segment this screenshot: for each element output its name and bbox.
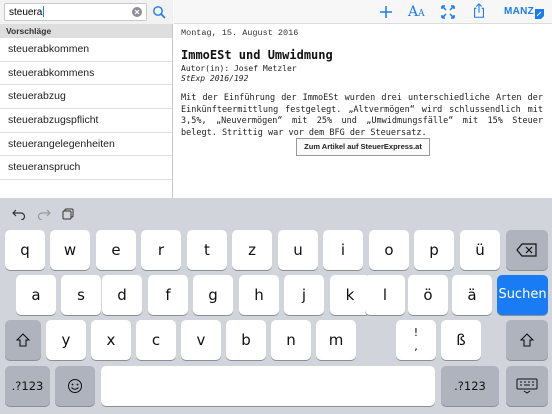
suggestion-item[interactable]: steueranspruch xyxy=(0,156,172,181)
suggestion-item[interactable]: steuerabzugspflicht xyxy=(0,109,172,133)
open-article-button[interactable]: Zum Artikel auf SteuerExpress.at xyxy=(296,138,430,156)
hide-keyboard-key[interactable] xyxy=(506,366,548,406)
search-input-value: steuera xyxy=(9,6,45,18)
article-date: Montag, 15. August 2016 xyxy=(181,28,299,38)
key-c[interactable]: c xyxy=(136,320,176,360)
space-key[interactable] xyxy=(101,366,435,406)
key-b[interactable]: b xyxy=(226,320,266,360)
search-bar: steuera xyxy=(0,0,173,24)
article-author: Autor(in): Josef Metzler xyxy=(181,64,297,73)
emoji-key[interactable] xyxy=(55,366,95,406)
key-h[interactable]: h xyxy=(239,275,279,315)
key-k[interactable]: k xyxy=(330,275,370,315)
search-icon[interactable] xyxy=(152,5,166,19)
paste-icon[interactable] xyxy=(62,208,74,220)
numbers-key[interactable]: .?123 xyxy=(5,366,50,406)
key-g[interactable]: g xyxy=(193,275,233,315)
share-icon[interactable] xyxy=(472,3,486,19)
font-size-icon[interactable]: AA xyxy=(408,4,425,20)
key-t[interactable]: t xyxy=(187,230,227,270)
clear-icon[interactable] xyxy=(132,7,142,17)
suggestion-item[interactable]: steuerangelegenheiten xyxy=(0,133,172,157)
key-v[interactable]: v xyxy=(181,320,221,360)
punctuation-key-bottom: , xyxy=(414,340,418,353)
article-source: StExp 2016/192 xyxy=(181,74,249,83)
redo-icon[interactable] xyxy=(37,208,51,220)
suggestions-panel: steuera Vorschläge steuerabkommen steuer… xyxy=(0,0,173,198)
key-a[interactable]: a xyxy=(16,275,56,315)
plus-icon[interactable] xyxy=(379,4,393,20)
shift-key-right[interactable] xyxy=(506,320,548,360)
article-content: Montag, 15. August 2016 ImmoESt und Umwi… xyxy=(181,28,543,156)
search-key[interactable]: Suchen xyxy=(497,275,548,315)
suggestions-header: Vorschläge xyxy=(0,24,172,38)
font-size-small: A xyxy=(418,9,425,19)
key-q[interactable]: q xyxy=(5,230,45,270)
backspace-key[interactable] xyxy=(506,230,548,270)
key-p[interactable]: p xyxy=(414,230,454,270)
article-title: ImmoESt und Umwidmung xyxy=(181,48,333,62)
text-caret xyxy=(43,6,45,17)
manz-logo-mark xyxy=(535,9,544,19)
key-u[interactable]: u xyxy=(278,230,318,270)
suggestions-list: steuerabkommen steuerabkommens steuerabz… xyxy=(0,38,172,181)
punctuation-key-top: ! xyxy=(413,326,419,339)
suggestion-item[interactable]: steuerabzug xyxy=(0,85,172,110)
brand-label: MANZ xyxy=(504,6,535,17)
key-s[interactable]: s xyxy=(61,275,101,315)
key-z[interactable]: z xyxy=(232,230,272,270)
key-ae[interactable]: ä xyxy=(452,275,492,315)
fullscreen-icon[interactable] xyxy=(441,4,455,20)
key-l[interactable]: l xyxy=(365,275,405,315)
key-oe[interactable]: ö xyxy=(408,275,448,315)
key-f[interactable]: f xyxy=(148,275,188,315)
key-i[interactable]: i xyxy=(323,230,363,270)
numbers-key-right[interactable]: .?123 xyxy=(441,366,499,406)
key-j[interactable]: j xyxy=(284,275,324,315)
keyboard-shortcut-bar xyxy=(0,198,552,228)
key-d[interactable]: d xyxy=(102,275,142,315)
keyboard-hide-icon xyxy=(516,378,538,394)
undo-icon[interactable] xyxy=(12,208,26,220)
key-ue[interactable]: ü xyxy=(460,230,500,270)
article-toolbar: AA MANZ xyxy=(174,0,552,24)
key-w[interactable]: w xyxy=(50,230,90,270)
key-n[interactable]: n xyxy=(271,320,311,360)
punctuation-key[interactable]: ! , xyxy=(396,320,436,360)
key-x[interactable]: x xyxy=(91,320,131,360)
shift-icon xyxy=(519,333,535,347)
onscreen-keyboard: q w e r t z u i o p ü a s d f g h j k l … xyxy=(0,198,552,414)
article-body: Mit der Einführung der ImmoESt wurden dr… xyxy=(181,93,543,138)
manz-logo[interactable]: MANZ xyxy=(504,6,534,22)
key-r[interactable]: r xyxy=(141,230,181,270)
emoji-icon xyxy=(68,379,82,393)
shift-key[interactable] xyxy=(5,320,41,360)
key-y[interactable]: y xyxy=(46,320,86,360)
search-input[interactable]: steuera xyxy=(4,3,147,21)
suggestion-item[interactable]: steuerabkommen xyxy=(0,38,172,62)
suggestion-item[interactable]: steuerabkommens xyxy=(0,62,172,86)
shift-icon xyxy=(15,333,31,347)
key-o[interactable]: o xyxy=(369,230,409,270)
key-sz[interactable]: ß xyxy=(441,320,481,360)
backspace-icon xyxy=(516,243,537,257)
key-m[interactable]: m xyxy=(316,320,356,360)
key-e[interactable]: e xyxy=(96,230,136,270)
font-size-large: A xyxy=(408,4,419,20)
